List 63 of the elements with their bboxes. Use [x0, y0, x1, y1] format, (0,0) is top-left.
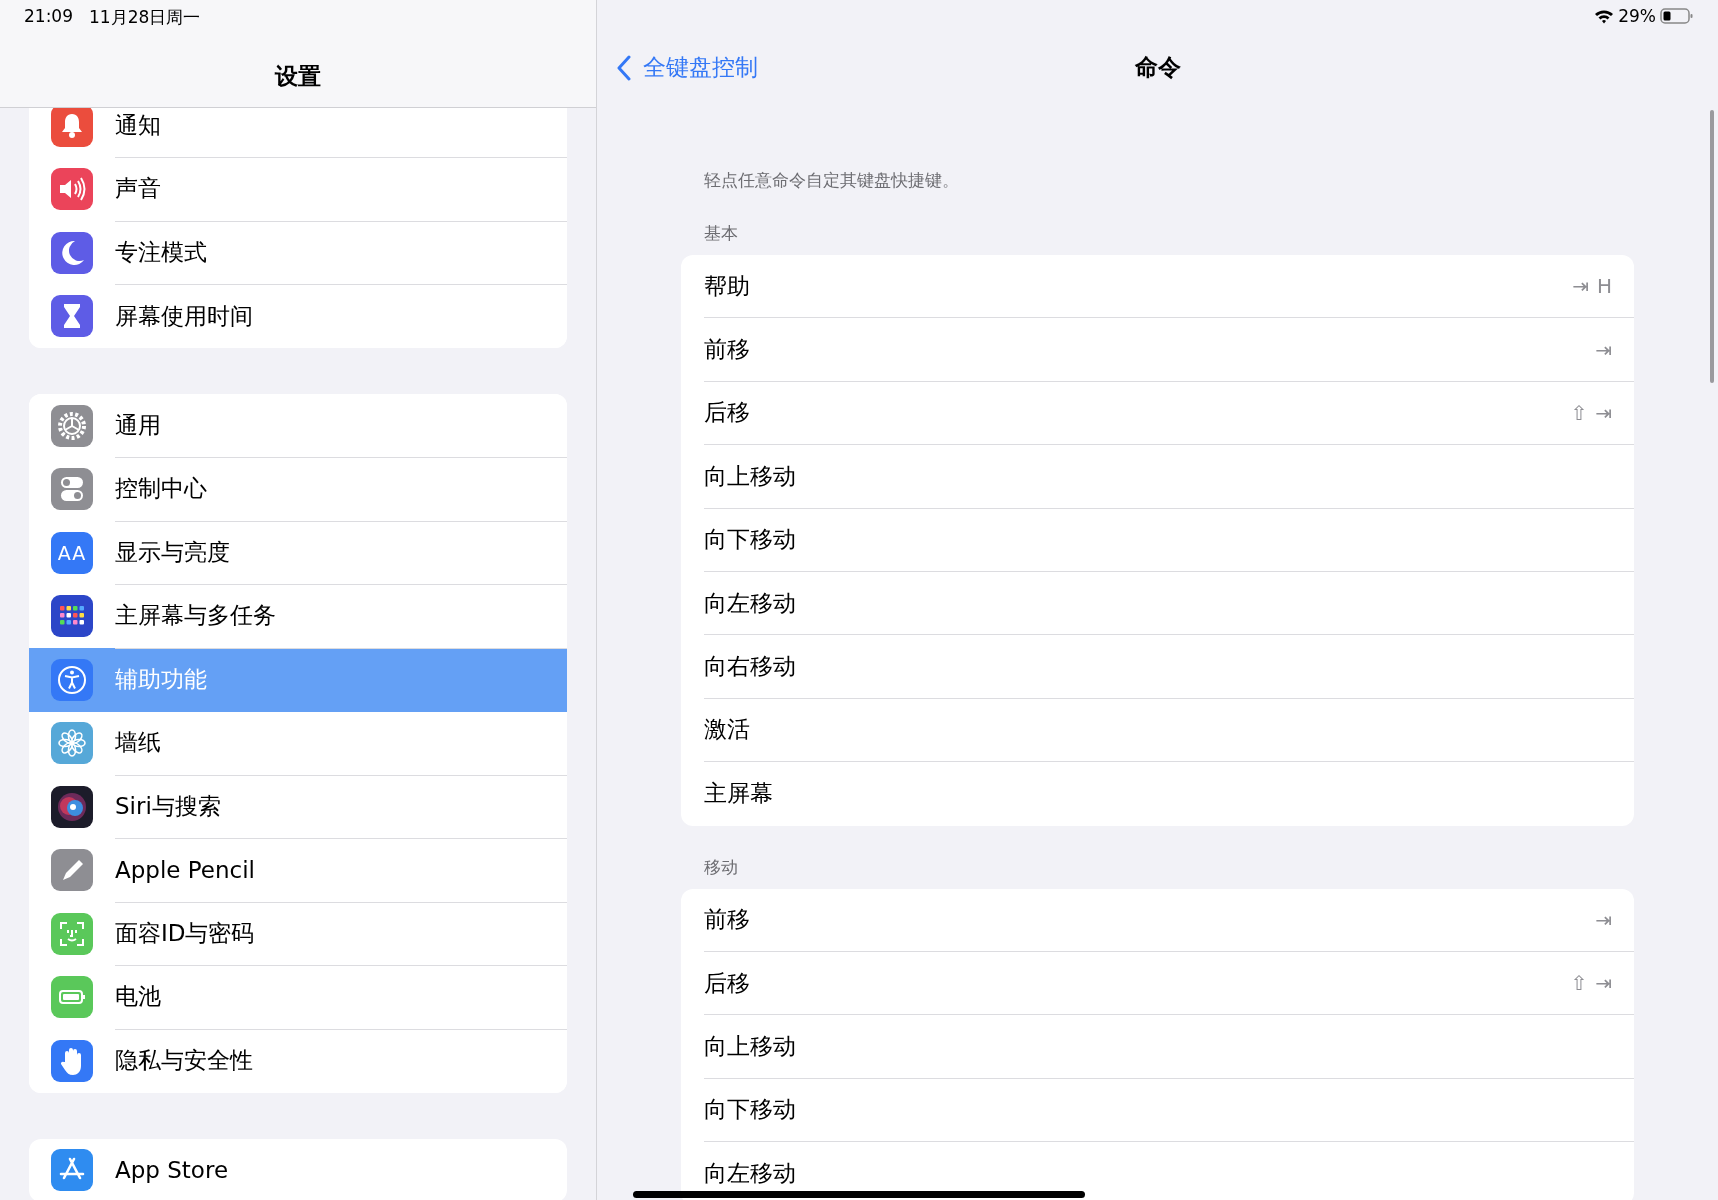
command-label: 前移 — [704, 905, 750, 935]
command-row[interactable]: 向下移动 — [704, 508, 1634, 572]
command-row[interactable]: 向右移动 — [704, 635, 1634, 699]
app-store-icon — [51, 1149, 93, 1192]
shortcut-key: ⇥ — [1572, 274, 1589, 299]
command-label: 帮助 — [704, 271, 750, 301]
command-row[interactable]: 后移 ⇧ ⇥ — [704, 381, 1634, 446]
hourglass-icon — [51, 295, 93, 338]
command-row[interactable]: 向下移动 — [704, 1078, 1634, 1143]
pencil-icon — [51, 849, 93, 892]
command-row[interactable]: 前移 ⇥ — [704, 318, 1634, 382]
orb-icon — [51, 785, 93, 828]
command-label: 后移 — [704, 398, 750, 428]
app-grid-icon — [51, 595, 93, 638]
shortcut-key: H — [1596, 274, 1612, 299]
speaker-icon — [51, 168, 93, 211]
sidebar-title: 设置 — [273, 62, 322, 91]
wifi-icon — [1594, 8, 1615, 24]
shortcut-key: ⇥ — [1595, 400, 1612, 425]
command-label: 向下移动 — [704, 1095, 796, 1125]
command-row[interactable]: 向左移动 — [704, 1142, 1634, 1200]
hand-icon — [51, 1039, 93, 1082]
gear-icon — [51, 404, 93, 447]
text-size-icon: AA — [51, 531, 93, 574]
command-label: 向上移动 — [704, 1032, 796, 1061]
battery-icon — [1660, 7, 1694, 25]
command-label: 向左移动 — [704, 1159, 796, 1189]
command-label: 激活 — [704, 715, 750, 745]
chevron-left-icon — [617, 54, 631, 81]
command-label: 后移 — [704, 968, 750, 998]
page-title: 命令 — [1133, 53, 1182, 82]
command-row[interactable]: 向左移动 — [704, 571, 1634, 636]
accessibility-icon — [51, 658, 93, 701]
command-label: 前移 — [704, 335, 750, 365]
command-row[interactable]: 激活 — [704, 698, 1634, 763]
command-row[interactable]: 向上移动 — [704, 445, 1634, 509]
toggles-icon — [51, 468, 93, 511]
shortcut-key: ⇧ — [1570, 400, 1588, 425]
shortcut-key: ⇥ — [1595, 971, 1612, 996]
command-label: 主屏幕 — [704, 779, 773, 809]
battery-percent: 29% — [1618, 6, 1656, 26]
description-text: 轻点任意命令自定其键盘快捷键。 — [703, 169, 960, 192]
face-scan-icon — [51, 912, 93, 955]
shortcut-key: ⇧ — [1570, 971, 1588, 996]
section-header: 基本 — [703, 222, 739, 245]
status-date: 11月28日周一 — [89, 6, 201, 29]
moon-icon — [51, 231, 93, 274]
command-row[interactable]: 向上移动 — [704, 1015, 1634, 1079]
command-label: 向下移动 — [704, 525, 796, 555]
command-label: 向上移动 — [704, 461, 796, 491]
command-row[interactable]: 前移 ⇥ — [704, 888, 1634, 952]
command-row[interactable]: 主屏幕 — [704, 762, 1634, 826]
command-label: 向右移动 — [704, 652, 796, 682]
flower-icon — [51, 722, 93, 765]
battery-icon — [51, 976, 93, 1019]
command-label: 向左移动 — [704, 588, 796, 618]
command-row[interactable]: 帮助 ⇥ H — [704, 255, 1634, 319]
command-row[interactable]: 后移 ⇧ ⇥ — [704, 951, 1634, 1016]
shortcut-key: ⇥ — [1595, 337, 1612, 362]
shortcut-key: ⇥ — [1595, 907, 1612, 932]
status-time: 21:09 — [24, 6, 73, 28]
back-button[interactable]: 全键盘控制 — [617, 52, 758, 83]
section-header: 移动 — [703, 855, 739, 879]
